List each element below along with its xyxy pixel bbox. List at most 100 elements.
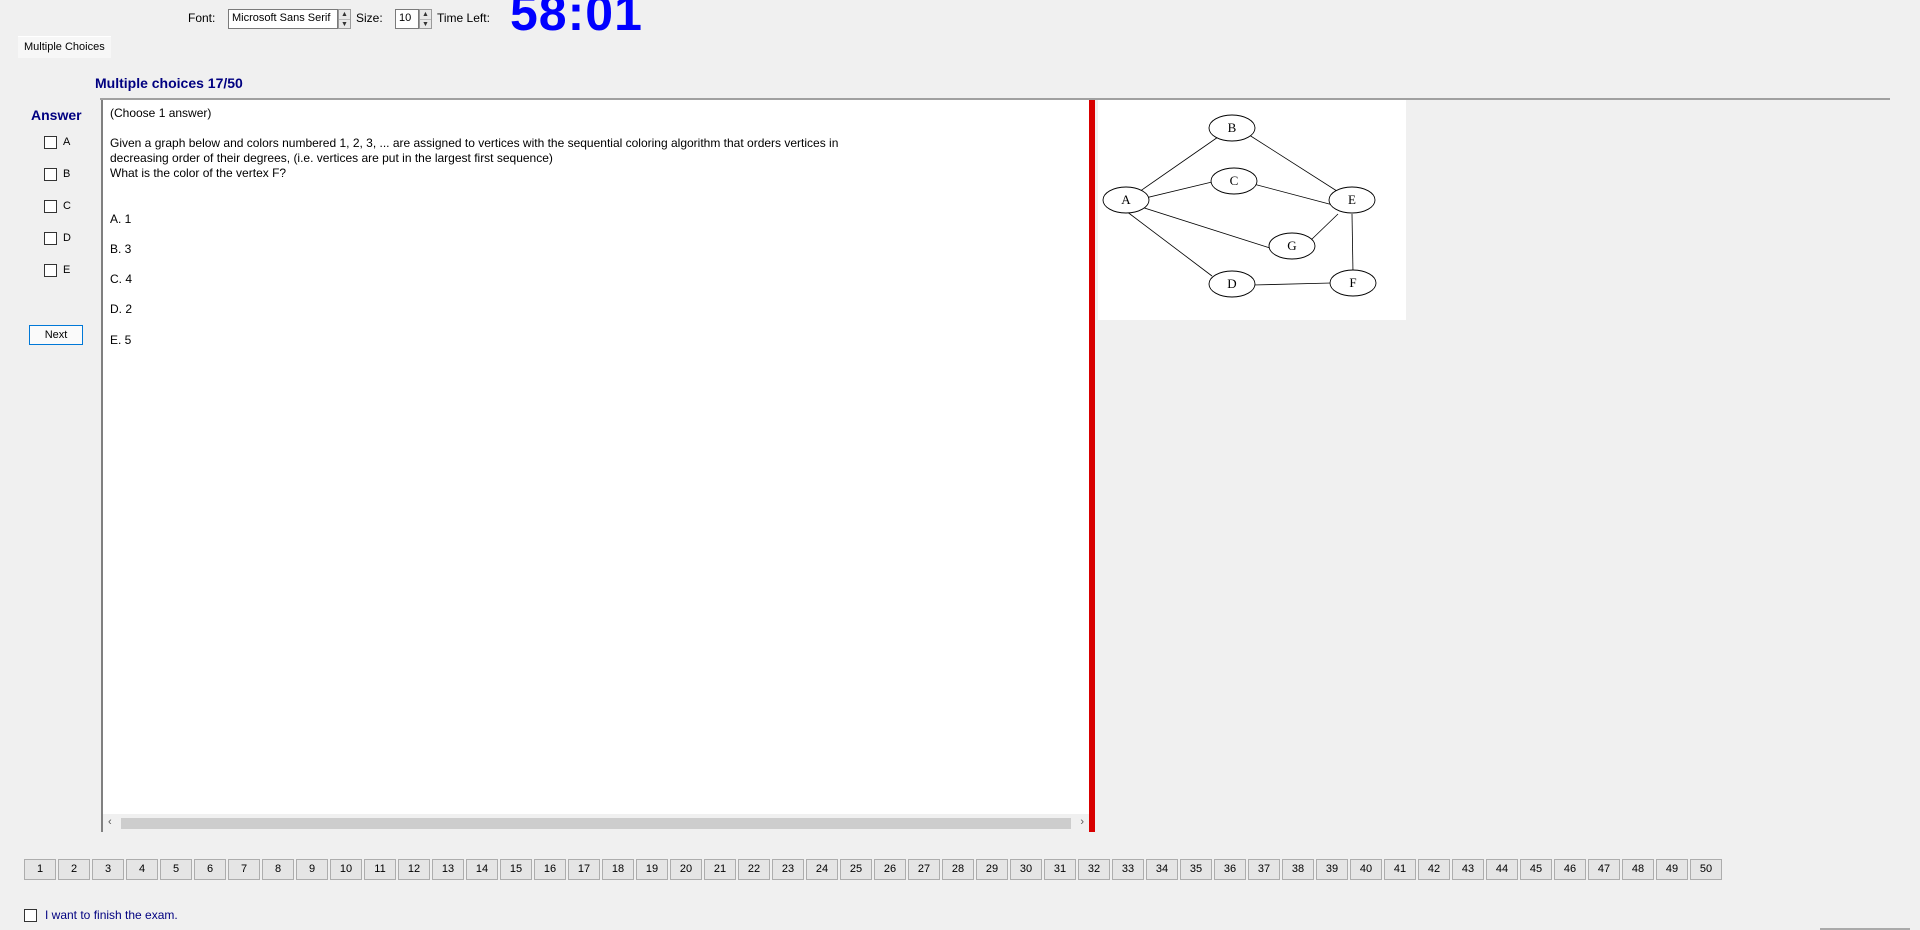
- question-nav-button[interactable]: 33: [1112, 859, 1144, 880]
- finish-exam-checkbox[interactable]: I want to finish the exam.: [24, 908, 178, 922]
- question-nav-button[interactable]: 15: [500, 859, 532, 880]
- question-nav-button[interactable]: 49: [1656, 859, 1688, 880]
- size-input[interactable]: 10: [395, 9, 419, 29]
- question-text: Given a graph below and colors numbered …: [110, 136, 839, 180]
- question-nav-button[interactable]: 3: [92, 859, 124, 880]
- choice-text: A. 1: [110, 212, 132, 226]
- answer-option-b[interactable]: B: [44, 166, 70, 182]
- checkbox-icon[interactable]: [44, 231, 57, 245]
- question-nav-button[interactable]: 27: [908, 859, 940, 880]
- question-nav-button[interactable]: 7: [228, 859, 260, 880]
- answer-option-e[interactable]: E: [44, 262, 70, 278]
- scroll-left-icon[interactable]: ‹: [108, 816, 112, 828]
- node-label-c: C: [1230, 173, 1239, 188]
- question-nav-button[interactable]: 32: [1078, 859, 1110, 880]
- question-nav-button[interactable]: 39: [1316, 859, 1348, 880]
- question-nav-button[interactable]: 6: [194, 859, 226, 880]
- node-label-b: B: [1228, 120, 1237, 135]
- checkbox-icon[interactable]: [44, 135, 57, 149]
- question-nav-button[interactable]: 40: [1350, 859, 1382, 880]
- question-nav-button[interactable]: 42: [1418, 859, 1450, 880]
- question-nav-button[interactable]: 21: [704, 859, 736, 880]
- checkbox-icon[interactable]: [44, 263, 57, 277]
- graph-image: A B C D E F G: [1098, 100, 1406, 320]
- question-nav-button[interactable]: 12: [398, 859, 430, 880]
- edge: [1137, 205, 1271, 249]
- question-nav-button[interactable]: 13: [432, 859, 464, 880]
- question-nav-button[interactable]: 31: [1044, 859, 1076, 880]
- question-nav-button[interactable]: 2: [58, 859, 90, 880]
- edge: [1245, 132, 1352, 201]
- question-nav-button[interactable]: 10: [330, 859, 362, 880]
- toolbar: Font: Microsoft Sans Serif ▲ ▼ Size: 10 ▲…: [0, 0, 1920, 41]
- question-nav-button[interactable]: 20: [670, 859, 702, 880]
- question-nav-button[interactable]: 25: [840, 859, 872, 880]
- countdown-timer: 58:01: [510, 0, 643, 41]
- question-nav-button[interactable]: 28: [942, 859, 974, 880]
- horizontal-scrollbar[interactable]: ‹ ›: [103, 814, 1089, 832]
- question-nav-button[interactable]: 9: [296, 859, 328, 880]
- choice-text: D. 2: [110, 302, 133, 316]
- question-nav-button[interactable]: 23: [772, 859, 804, 880]
- node-label-g: G: [1287, 238, 1296, 253]
- question-nav-button[interactable]: 46: [1554, 859, 1586, 880]
- question-nav-button[interactable]: 47: [1588, 859, 1620, 880]
- question-nav-button[interactable]: 34: [1146, 859, 1178, 880]
- checkbox-icon[interactable]: [44, 167, 57, 181]
- section-title: Multiple choices 17/50: [95, 75, 243, 91]
- answer-title: Answer: [31, 107, 82, 123]
- question-panel: (Choose 1 answer) Given a graph below an…: [101, 100, 1089, 832]
- question-nav-button[interactable]: 17: [568, 859, 600, 880]
- checkbox-icon[interactable]: [44, 199, 57, 213]
- question-nav-button[interactable]: 16: [534, 859, 566, 880]
- font-label: Font:: [188, 11, 216, 25]
- font-select[interactable]: Microsoft Sans Serif: [228, 9, 338, 29]
- question-navigator: 1 2 3 4 5 6 7 8 9 10 11 12 13 14 15 16 17 18 19 20 21 22 23 24 2…: [24, 859, 1724, 880]
- question-nav-button[interactable]: 48: [1622, 859, 1654, 880]
- font-spin-icon[interactable]: ▲ ▼: [338, 9, 351, 29]
- splitter-bar[interactable]: [1089, 100, 1095, 832]
- question-nav-button[interactable]: 44: [1486, 859, 1518, 880]
- graph-diagram: A B C D E F G: [1102, 114, 1377, 298]
- choice-text: B. 3: [110, 242, 132, 256]
- question-nav-button[interactable]: 19: [636, 859, 668, 880]
- question-nav-button[interactable]: 38: [1282, 859, 1314, 880]
- edge: [1310, 213, 1339, 241]
- question-nav-button[interactable]: 22: [738, 859, 770, 880]
- question-nav-button[interactable]: 36: [1214, 859, 1246, 880]
- question-nav-button[interactable]: 4: [126, 859, 158, 880]
- choice-text: E. 5: [110, 333, 132, 347]
- question-nav-button[interactable]: 50: [1690, 859, 1722, 880]
- scroll-thumb[interactable]: [121, 818, 1071, 829]
- scroll-right-icon[interactable]: ›: [1080, 816, 1084, 828]
- answer-option-a[interactable]: A: [44, 134, 70, 150]
- question-nav-button[interactable]: 26: [874, 859, 906, 880]
- node-label-f: F: [1349, 275, 1356, 290]
- answer-option-c[interactable]: C: [44, 198, 71, 214]
- edge: [1125, 210, 1213, 277]
- question-nav-button[interactable]: 41: [1384, 859, 1416, 880]
- checkbox-icon[interactable]: [24, 908, 37, 922]
- question-nav-button[interactable]: 45: [1520, 859, 1552, 880]
- question-nav-button[interactable]: 14: [466, 859, 498, 880]
- tab-multiple-choices[interactable]: Multiple Choices: [18, 36, 111, 58]
- question-nav-button[interactable]: 43: [1452, 859, 1484, 880]
- question-nav-button[interactable]: 1: [24, 859, 56, 880]
- question-nav-button[interactable]: 11: [364, 859, 396, 880]
- question-instruction: (Choose 1 answer): [110, 106, 212, 120]
- edge: [1351, 213, 1354, 274]
- question-nav-button[interactable]: 24: [806, 859, 838, 880]
- question-nav-button[interactable]: 5: [160, 859, 192, 880]
- question-nav-button[interactable]: 18: [602, 859, 634, 880]
- edge: [1252, 282, 1332, 286]
- node-label-a: A: [1121, 192, 1131, 207]
- question-nav-button[interactable]: 37: [1248, 859, 1280, 880]
- time-left-label: Time Left:: [437, 11, 490, 25]
- next-button[interactable]: Next: [29, 325, 83, 345]
- question-nav-button[interactable]: 35: [1180, 859, 1212, 880]
- question-nav-button[interactable]: 29: [976, 859, 1008, 880]
- question-nav-button[interactable]: 8: [262, 859, 294, 880]
- answer-option-d[interactable]: D: [44, 230, 71, 246]
- size-spin-icon[interactable]: ▲ ▼: [419, 9, 432, 29]
- question-nav-button[interactable]: 30: [1010, 859, 1042, 880]
